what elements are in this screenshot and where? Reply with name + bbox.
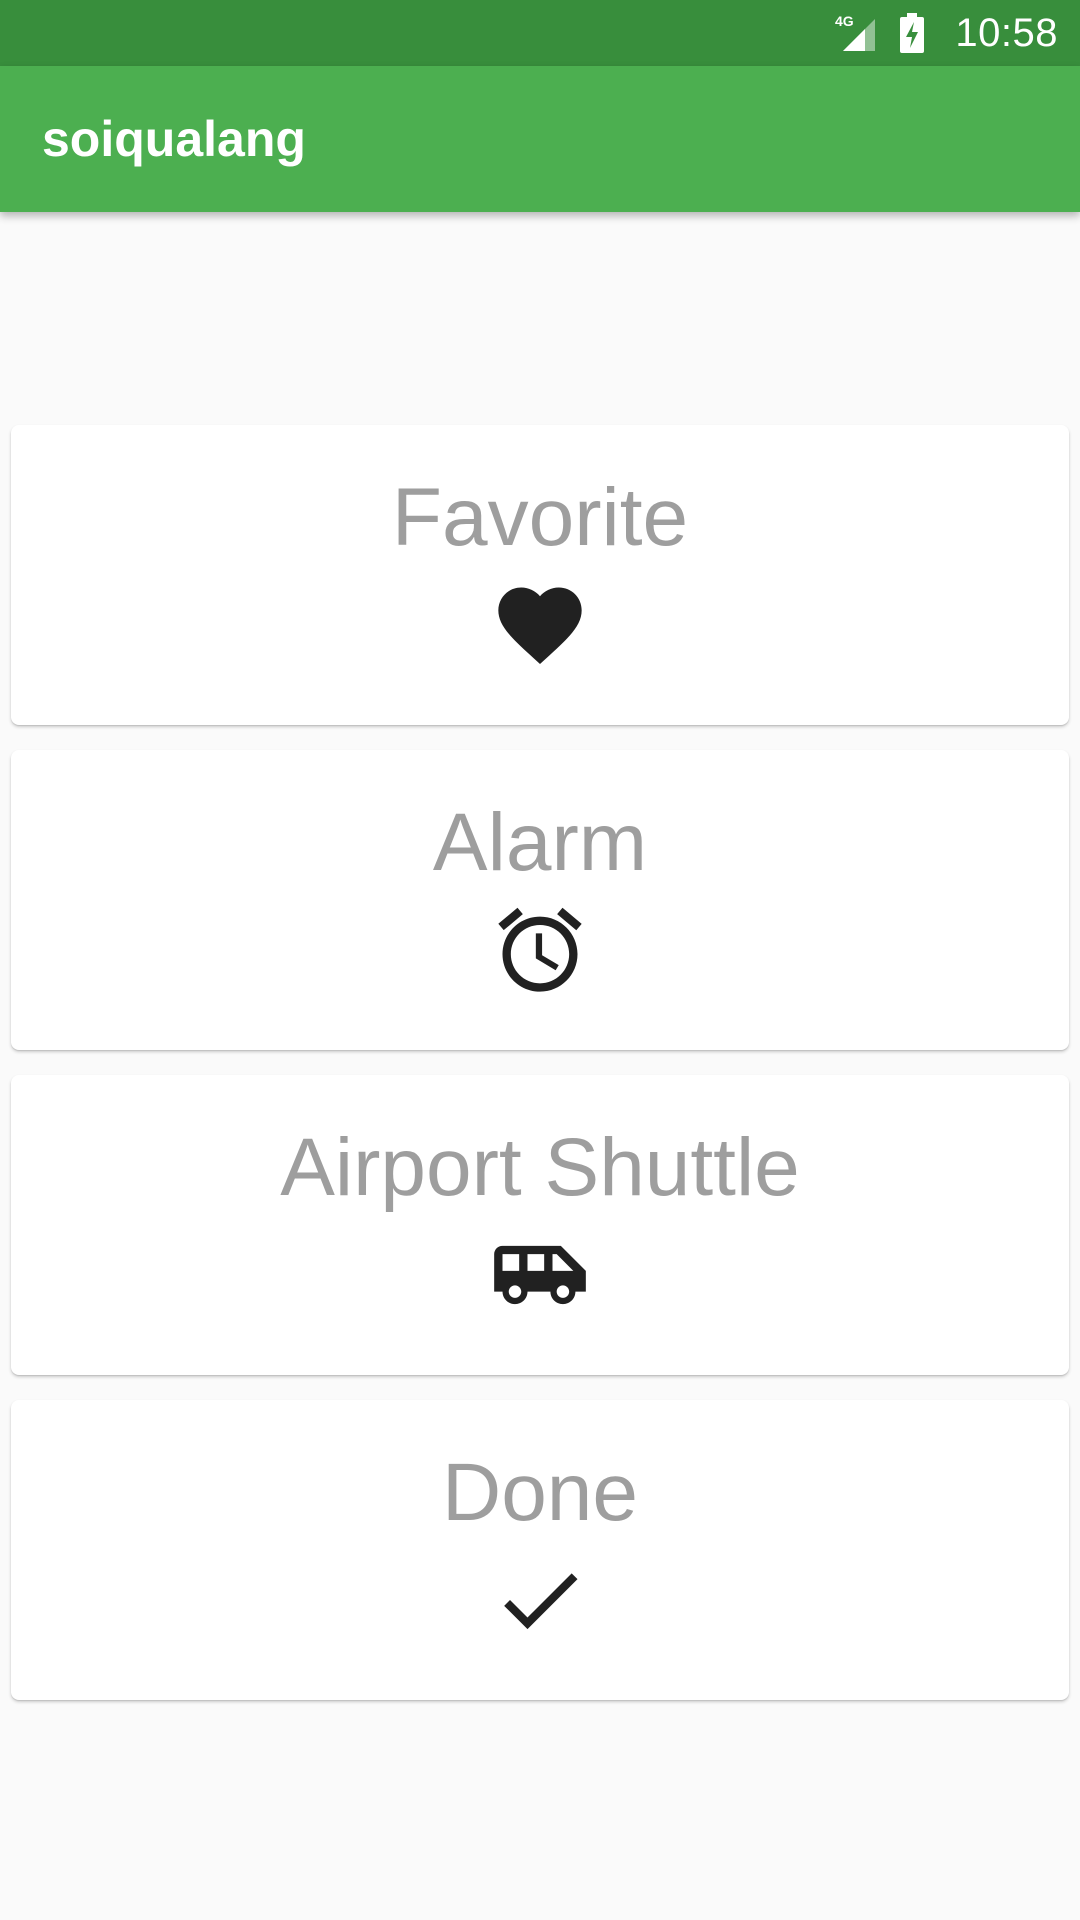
- shuttle-van-icon: [490, 1225, 590, 1325]
- signal-4g-icon: 4G: [835, 13, 876, 51]
- status-icons: 4G 10:58: [835, 0, 1058, 66]
- card-alarm[interactable]: Alarm: [11, 750, 1069, 1050]
- alarm-clock-icon: [490, 900, 590, 1000]
- svg-text:4G: 4G: [835, 13, 854, 29]
- card-title: Alarm: [432, 797, 648, 888]
- card-title: Airport Shuttle: [280, 1122, 800, 1213]
- heart-icon: [490, 575, 590, 675]
- app-title: soiqualang: [42, 111, 306, 167]
- status-time: 10:58: [955, 10, 1058, 55]
- card-title: Done: [441, 1447, 639, 1538]
- checkmark-icon: [490, 1550, 590, 1650]
- card-favorite[interactable]: Favorite: [11, 425, 1069, 725]
- card-list: Favorite Alarm Airport Shuttle Done: [11, 425, 1069, 1725]
- app-bar: soiqualang: [0, 66, 1080, 212]
- card-airport-shuttle[interactable]: Airport Shuttle: [11, 1075, 1069, 1375]
- battery-charging-icon: [900, 13, 925, 53]
- card-done[interactable]: Done: [11, 1400, 1069, 1700]
- status-bar: 4G 10:58: [0, 0, 1080, 66]
- card-title: Favorite: [391, 472, 689, 563]
